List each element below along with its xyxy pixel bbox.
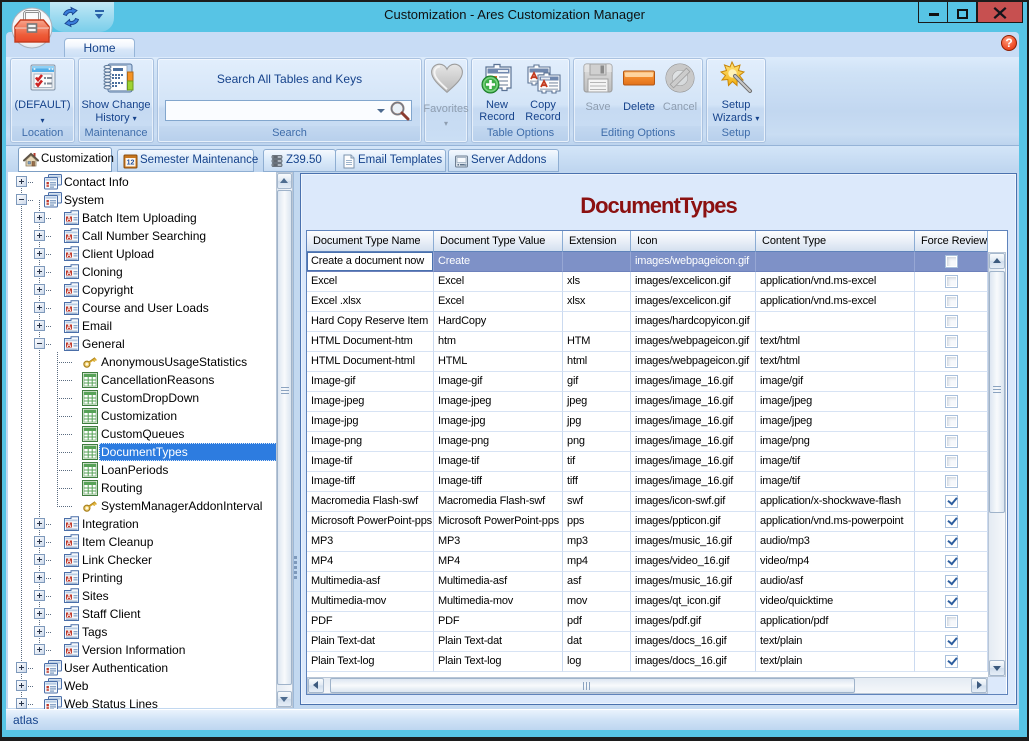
svg-text:A: A (67, 342, 72, 349)
svg-text:A: A (67, 630, 72, 637)
svg-text:A: A (67, 648, 72, 655)
svg-text:A: A (67, 558, 72, 565)
svg-text:A: A (67, 216, 72, 223)
svg-text:A: A (67, 540, 72, 547)
svg-text:A: A (67, 594, 72, 601)
svg-text:A: A (67, 522, 72, 529)
svg-text:A: A (67, 288, 72, 295)
svg-text:A: A (67, 612, 72, 619)
svg-text:A: A (67, 306, 72, 313)
svg-text:A: A (67, 270, 72, 277)
svg-text:12: 12 (127, 160, 135, 167)
svg-text:A: A (67, 324, 72, 331)
svg-text:A: A (67, 234, 72, 241)
svg-text:A: A (67, 576, 72, 583)
svg-text:A: A (67, 252, 72, 259)
